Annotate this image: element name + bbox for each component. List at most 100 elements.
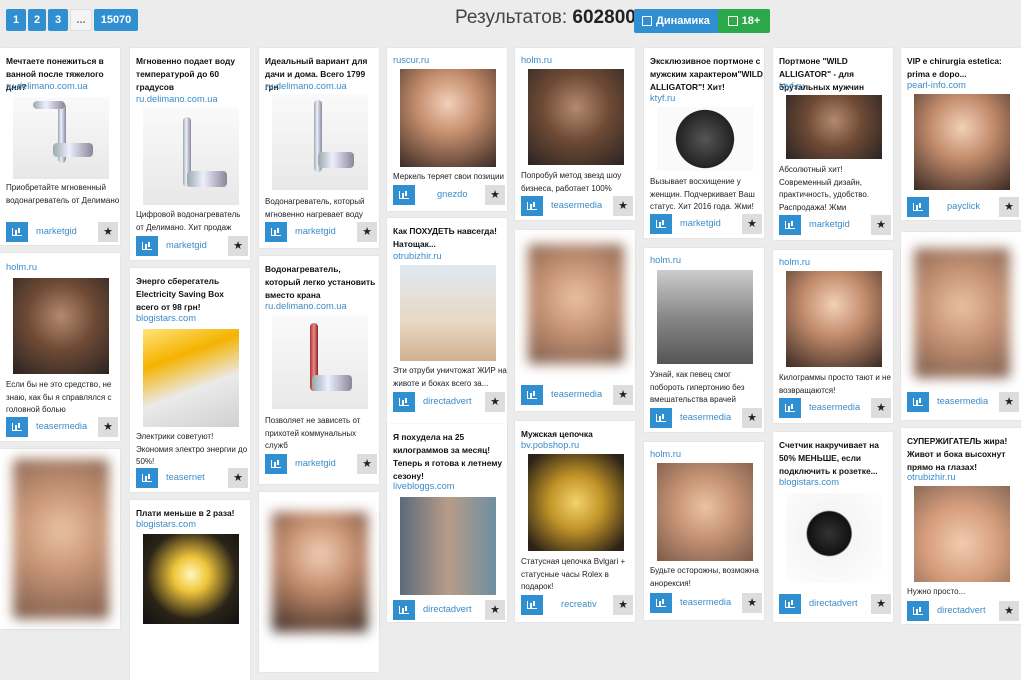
teaser-domain[interactable]: ru.delimano.com.ua <box>136 94 218 104</box>
ad-network-link[interactable]: marketgid <box>295 226 336 236</box>
teaser-image[interactable] <box>786 493 882 583</box>
stats-button[interactable] <box>907 392 929 412</box>
favorite-star-icon[interactable]: ★ <box>999 197 1019 217</box>
teaser-card[interactable]: Мечтаете понежиться в ванной после тяжел… <box>0 48 120 245</box>
teaser-card-blurred[interactable] <box>0 449 120 629</box>
teaser-card[interactable]: Портмоне "WILD ALLIGATOR" - для брутальн… <box>773 48 893 240</box>
favorite-star-icon[interactable]: ★ <box>613 385 633 405</box>
ad-network-link[interactable]: directadvert <box>937 605 986 615</box>
teaser-card[interactable]: Мгновенно подает воду температурой до 60… <box>130 48 250 260</box>
stats-button[interactable] <box>393 392 415 412</box>
stats-button[interactable] <box>6 222 28 242</box>
teaser-card[interactable]: holm.ru Килограммы просто тают и не возв… <box>773 250 893 423</box>
teaser-card[interactable]: СУПЕРЖИГАТЕЛЬ жира! Живот и бока высохну… <box>901 428 1021 624</box>
teaser-domain[interactable]: bv.pobshop.ru <box>521 440 579 450</box>
ad-network-link[interactable]: marketgid <box>295 458 336 468</box>
favorite-star-icon[interactable]: ★ <box>742 408 762 428</box>
stats-button[interactable] <box>650 593 672 613</box>
stats-button[interactable] <box>907 197 929 217</box>
teaser-domain[interactable]: blogistars.com <box>136 519 196 529</box>
teaser-domain[interactable]: pearl-info.com <box>907 80 966 90</box>
teaser-image[interactable] <box>786 271 882 367</box>
ad-network-link[interactable]: teasermedia <box>809 402 860 412</box>
dynamics-button[interactable]: Динамика <box>634 9 720 33</box>
ad-network-link[interactable]: teasernet <box>166 472 205 482</box>
page-2-button[interactable]: 2 <box>28 9 46 31</box>
stats-button[interactable] <box>650 214 672 234</box>
favorite-star-icon[interactable]: ★ <box>485 392 505 412</box>
teaser-card[interactable]: Я похудела на 25 килограммов за месяц! Т… <box>387 424 507 622</box>
favorite-star-icon[interactable]: ★ <box>871 594 891 614</box>
stats-button[interactable] <box>779 398 801 418</box>
stats-button[interactable] <box>521 196 543 216</box>
teaser-image[interactable] <box>143 329 239 427</box>
teaser-domain[interactable]: ru.delimano.com.ua <box>6 81 88 91</box>
stats-button[interactable] <box>650 408 672 428</box>
teaser-card[interactable]: holm.ru Узнай, как певец смог побороть г… <box>644 248 764 432</box>
teaser-domain[interactable]: holm.ru <box>650 449 681 459</box>
stats-button[interactable] <box>265 454 287 474</box>
stats-button[interactable] <box>136 468 158 488</box>
stats-button[interactable] <box>907 601 929 621</box>
teaser-domain[interactable]: holm.ru <box>650 255 681 265</box>
stats-button[interactable] <box>6 417 28 437</box>
ad-network-link[interactable]: payclick <box>947 201 980 211</box>
stats-button[interactable] <box>265 222 287 242</box>
teaser-image[interactable] <box>143 107 239 205</box>
teaser-card[interactable]: Мужская цепочка bv.pobshop.ru Статусная … <box>515 421 635 622</box>
page-1-button[interactable]: 1 <box>6 9 26 31</box>
teaser-domain[interactable]: livebloggs.com <box>393 481 455 491</box>
teaser-domain[interactable]: otrubizhir.ru <box>907 472 956 482</box>
stats-button[interactable] <box>779 215 801 235</box>
teaser-domain[interactable]: otrubizhir.ru <box>393 251 442 261</box>
teaser-image[interactable] <box>786 95 882 159</box>
teaser-image[interactable] <box>13 278 109 374</box>
teaser-card[interactable]: Энерго сберегатель Electricity Saving Bo… <box>130 268 250 492</box>
teaser-domain[interactable]: holm.ru <box>779 257 810 267</box>
teaser-image[interactable] <box>400 497 496 595</box>
favorite-star-icon[interactable]: ★ <box>228 468 248 488</box>
teaser-domain[interactable]: blogistars.com <box>136 313 196 323</box>
favorite-star-icon[interactable]: ★ <box>999 392 1019 412</box>
teaser-image[interactable] <box>13 97 109 179</box>
page-3-button[interactable]: 3 <box>48 9 68 31</box>
ad-network-link[interactable]: gnezdo <box>437 189 468 199</box>
teaser-image[interactable] <box>528 69 624 165</box>
teaser-card[interactable]: holm.ru Если бы не это средство, не знаю… <box>0 253 120 441</box>
favorite-star-icon[interactable]: ★ <box>98 222 118 242</box>
ad-network-link[interactable]: recreativ <box>561 599 597 609</box>
age-filter-button[interactable]: 18+ <box>718 9 770 33</box>
favorite-star-icon[interactable]: ★ <box>613 595 633 615</box>
teaser-domain[interactable]: ktyf.ru <box>779 81 804 91</box>
ad-network-link[interactable]: marketgid <box>809 219 850 229</box>
teaser-image[interactable] <box>657 107 753 171</box>
ad-network-link[interactable]: marketgid <box>36 226 77 236</box>
favorite-star-icon[interactable]: ★ <box>742 593 762 613</box>
ad-network-link[interactable]: teasermedia <box>680 412 731 422</box>
favorite-star-icon[interactable]: ★ <box>485 185 505 205</box>
teaser-card[interactable]: Идеальный вариант для дачи и дома. Всего… <box>259 48 379 248</box>
favorite-star-icon[interactable]: ★ <box>357 222 377 242</box>
teaser-domain[interactable]: ktyf.ru <box>650 93 675 103</box>
favorite-star-icon[interactable]: ★ <box>742 214 762 234</box>
ad-network-link[interactable]: teasermedia <box>680 597 731 607</box>
stats-button[interactable] <box>521 385 543 405</box>
ad-network-link[interactable]: teasermedia <box>937 396 988 406</box>
teaser-image[interactable] <box>400 265 496 361</box>
favorite-star-icon[interactable]: ★ <box>871 215 891 235</box>
teaser-card-blurred[interactable] <box>259 492 379 672</box>
stats-button[interactable] <box>136 236 158 256</box>
favorite-star-icon[interactable]: ★ <box>613 196 633 216</box>
teaser-card[interactable]: Водонагреватель, который легко установит… <box>259 256 379 484</box>
teaser-image[interactable] <box>528 454 624 551</box>
teaser-domain[interactable]: blogistars.com <box>779 477 839 487</box>
teaser-card[interactable]: Эксклюзивное портмоне с мужским характер… <box>644 48 764 238</box>
ad-network-link[interactable]: teasermedia <box>36 421 87 431</box>
stats-button[interactable] <box>521 595 543 615</box>
teaser-domain[interactable]: ruscur.ru <box>393 55 429 65</box>
favorite-star-icon[interactable]: ★ <box>485 600 505 620</box>
teaser-image[interactable] <box>657 463 753 561</box>
ad-network-link[interactable]: marketgid <box>680 218 721 228</box>
favorite-star-icon[interactable]: ★ <box>228 236 248 256</box>
ad-network-link[interactable]: directadvert <box>423 604 472 614</box>
